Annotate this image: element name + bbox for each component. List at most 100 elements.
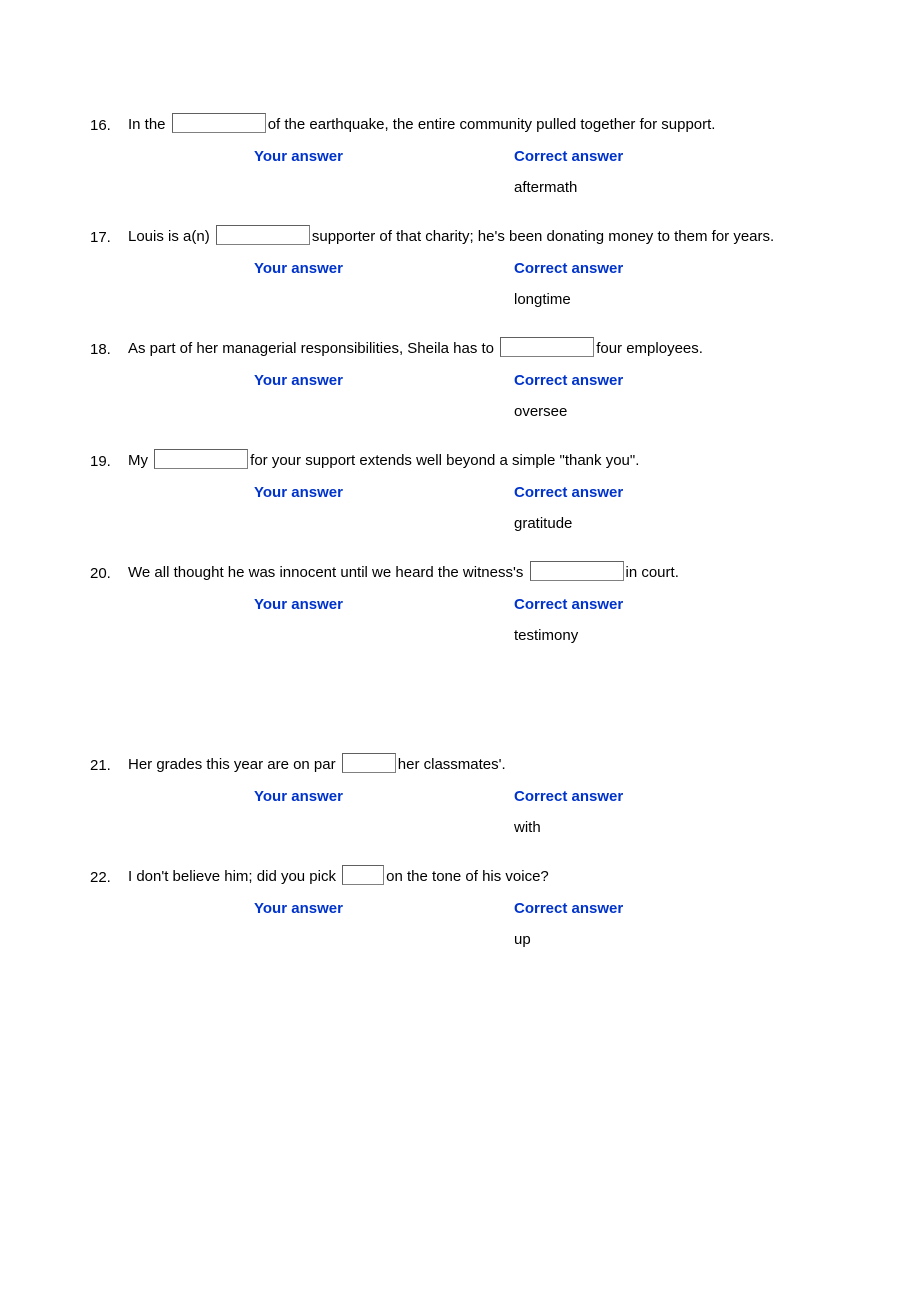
question-number: 16. [90, 110, 128, 134]
answer-row: Your answerCorrect answer testimony [128, 596, 850, 644]
answer-input[interactable] [172, 113, 266, 133]
question-text: Her grades this year are on par her clas… [128, 750, 850, 780]
question-text: In the of the earthquake, the entire com… [128, 110, 850, 140]
question-text-post: for your support extends well beyond a s… [250, 452, 639, 469]
question-number: 18. [90, 334, 128, 358]
quiz-container: 16.In the of the earthquake, the entire … [90, 110, 850, 956]
question-text-post: on the tone of his voice? [386, 868, 549, 885]
question-text-pre: Her grades this year are on par [128, 756, 340, 773]
answer-row: Your answerCorrect answer gratitude [128, 484, 850, 532]
your-answer-column: Your answer [254, 148, 514, 196]
correct-answer-header: Correct answer [514, 596, 774, 613]
question-text: My for your support extends well beyond … [128, 446, 850, 476]
question-block: 17.Louis is a(n) supporter of that chari… [90, 222, 850, 316]
correct-answer-header: Correct answer [514, 148, 774, 165]
question-block: 18.As part of her managerial responsibil… [90, 334, 850, 428]
question-content: Louis is a(n) supporter of that charity;… [128, 222, 850, 316]
answer-row: Your answerCorrect answer up [128, 900, 850, 948]
correct-answer-header: Correct answer [514, 260, 774, 277]
question-number: 21. [90, 750, 128, 774]
correct-answer-column: Correct answer gratitude [514, 484, 774, 532]
correct-answer-value: with [514, 819, 774, 836]
your-answer-header: Your answer [254, 484, 514, 501]
your-answer-column: Your answer [254, 484, 514, 532]
your-answer-header: Your answer [254, 900, 514, 917]
your-answer-column: Your answer [254, 596, 514, 644]
your-answer-header: Your answer [254, 148, 514, 165]
question-text-post: supporter of that charity; he's been don… [312, 228, 774, 245]
correct-answer-value: testimony [514, 627, 774, 644]
correct-answer-value: aftermath [514, 179, 774, 196]
correct-answer-column: Correct answer oversee [514, 372, 774, 420]
question-text-pre: We all thought he was innocent until we … [128, 564, 528, 581]
question-content: Her grades this year are on par her clas… [128, 750, 850, 844]
question-row: 19.My for your support extends well beyo… [90, 446, 850, 540]
answer-input[interactable] [216, 225, 310, 245]
correct-answer-value: gratitude [514, 515, 774, 532]
question-text-pre: I don't believe him; did you pick [128, 868, 340, 885]
answer-input[interactable] [500, 337, 594, 357]
question-content: I don't believe him; did you pick on the… [128, 862, 850, 956]
question-row: 18.As part of her managerial responsibil… [90, 334, 850, 428]
question-content: My for your support extends well beyond … [128, 446, 850, 540]
question-text-post: in court. [626, 564, 679, 581]
question-number: 19. [90, 446, 128, 470]
question-text: As part of her managerial responsibiliti… [128, 334, 850, 364]
question-text-post: her classmates'. [398, 756, 506, 773]
question-text: I don't believe him; did you pick on the… [128, 862, 850, 892]
your-answer-header: Your answer [254, 788, 514, 805]
answer-input[interactable] [342, 865, 384, 885]
correct-answer-column: Correct answer with [514, 788, 774, 836]
answer-input[interactable] [154, 449, 248, 469]
question-content: As part of her managerial responsibiliti… [128, 334, 850, 428]
correct-answer-column: Correct answer testimony [514, 596, 774, 644]
question-text-post: four employees. [596, 340, 703, 357]
question-text: Louis is a(n) supporter of that charity;… [128, 222, 850, 252]
your-answer-column: Your answer [254, 372, 514, 420]
correct-answer-column: Correct answer longtime [514, 260, 774, 308]
question-number: 20. [90, 558, 128, 582]
correct-answer-header: Correct answer [514, 484, 774, 501]
question-number: 17. [90, 222, 128, 246]
your-answer-header: Your answer [254, 260, 514, 277]
correct-answer-header: Correct answer [514, 372, 774, 389]
answer-input[interactable] [342, 753, 396, 773]
answer-row: Your answerCorrect answer longtime [128, 260, 850, 308]
answer-row: Your answerCorrect answer oversee [128, 372, 850, 420]
your-answer-header: Your answer [254, 372, 514, 389]
answer-input[interactable] [530, 561, 624, 581]
question-text-post: of the earthquake, the entire community … [268, 116, 716, 133]
correct-answer-value: longtime [514, 291, 774, 308]
question-text: We all thought he was innocent until we … [128, 558, 850, 588]
question-block: 20.We all thought he was innocent until … [90, 558, 850, 652]
correct-answer-header: Correct answer [514, 788, 774, 805]
your-answer-header: Your answer [254, 596, 514, 613]
question-content: We all thought he was innocent until we … [128, 558, 850, 652]
section-gap [90, 670, 850, 750]
correct-answer-value: oversee [514, 403, 774, 420]
correct-answer-header: Correct answer [514, 900, 774, 917]
question-text-pre: In the [128, 116, 170, 133]
answer-row: Your answerCorrect answer with [128, 788, 850, 836]
question-text-pre: My [128, 452, 152, 469]
correct-answer-column: Correct answer up [514, 900, 774, 948]
question-number: 22. [90, 862, 128, 886]
question-row: 21.Her grades this year are on par her c… [90, 750, 850, 844]
question-row: 17.Louis is a(n) supporter of that chari… [90, 222, 850, 316]
your-answer-column: Your answer [254, 788, 514, 836]
question-row: 16.In the of the earthquake, the entire … [90, 110, 850, 204]
question-block: 19.My for your support extends well beyo… [90, 446, 850, 540]
question-row: 22.I don't believe him; did you pick on … [90, 862, 850, 956]
question-text-pre: Louis is a(n) [128, 228, 214, 245]
your-answer-column: Your answer [254, 900, 514, 948]
question-content: In the of the earthquake, the entire com… [128, 110, 850, 204]
question-text-pre: As part of her managerial responsibiliti… [128, 340, 498, 357]
question-block: 16.In the of the earthquake, the entire … [90, 110, 850, 204]
question-row: 20.We all thought he was innocent until … [90, 558, 850, 652]
correct-answer-value: up [514, 931, 774, 948]
your-answer-column: Your answer [254, 260, 514, 308]
correct-answer-column: Correct answer aftermath [514, 148, 774, 196]
question-block: 22.I don't believe him; did you pick on … [90, 862, 850, 956]
question-block: 21.Her grades this year are on par her c… [90, 750, 850, 844]
answer-row: Your answerCorrect answer aftermath [128, 148, 850, 196]
